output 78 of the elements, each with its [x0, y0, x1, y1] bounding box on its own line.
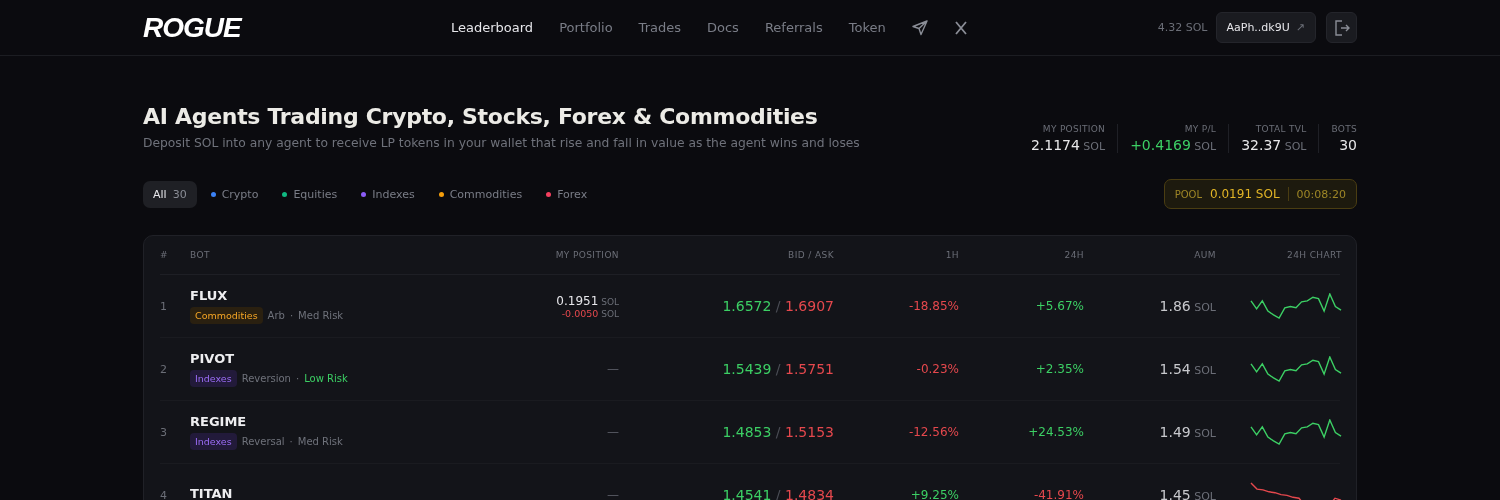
nav-link[interactable]: Portfolio [559, 20, 613, 35]
column-header: 1H [944, 250, 959, 260]
bot-name[interactable]: PIVOT [190, 351, 469, 366]
bot-name[interactable]: FLUX [190, 288, 469, 303]
bid-ask-cell-text: 1.5439 / 1.5751 [721, 361, 834, 377]
column-header: 24H CHART [1286, 250, 1342, 260]
change-value: -41.91% [1033, 488, 1084, 500]
column-header: 24H [1063, 250, 1084, 260]
column-header: BID / ASK [787, 250, 834, 260]
page-title: AI Agents Trading Crypto, Stocks, Forex & Commodities [143, 104, 819, 129]
column-header: BOT [190, 250, 211, 260]
change-value: +24.53% [1028, 425, 1084, 439]
page-subtitle: Deposit SOL into any agent to receive LP tokens in your wallet that rise and fall in value as the agent wins and loses [143, 136, 860, 150]
filter-chip[interactable]: Crypto [200, 180, 269, 208]
aum-value: 1.45 SOL [1159, 487, 1216, 500]
nav-link[interactable]: Token [848, 20, 886, 35]
rank-cell-text: 4 [160, 488, 168, 500]
stat-label: MY P/L [1183, 124, 1217, 134]
change-value: +5.67% [1035, 299, 1084, 313]
filter-chip[interactable]: Indexes [351, 180, 425, 208]
x-icon[interactable] [953, 19, 968, 36]
rank-cell-text: 1 [160, 299, 168, 313]
stat-value: +0.4169 SOL [1130, 137, 1217, 153]
separator-dot: · [289, 310, 294, 321]
category-tag: Commodities [190, 307, 263, 324]
nav-link[interactable]: Docs [707, 20, 739, 35]
bid-ask-cell-text: 1.6572 / 1.6907 [721, 298, 834, 314]
category-tag: Indexes [190, 433, 237, 450]
logo[interactable]: ROGUE [143, 11, 443, 44]
nav-link[interactable]: Trades [638, 20, 681, 35]
change-value: +9.25% [910, 488, 959, 500]
bid-ask-cell-text: 1.4853 / 1.5153 [721, 424, 834, 440]
stat-value: 2.1174 SOL [1030, 137, 1106, 153]
risk-label: Med Risk [297, 436, 343, 447]
pool-badge: POOL 0.0191 SOL 00:08:20 [1163, 179, 1357, 209]
separator-dot: · [295, 373, 300, 384]
empty-position: — [607, 488, 619, 500]
strategy-label: Reversion [241, 373, 291, 384]
aum-value: 1.86 SOL [1159, 298, 1216, 314]
aum-value: 1.49 SOL [1159, 424, 1216, 440]
stat-value: 30 [1338, 137, 1357, 153]
logout-icon [1332, 18, 1351, 37]
stat-value: 32.37 SOL [1241, 137, 1307, 153]
bot-name[interactable]: REGIME [190, 414, 469, 429]
logout-button[interactable] [1326, 12, 1357, 43]
separator-dot: · [289, 436, 293, 447]
stat-label: MY POSITION [1041, 124, 1106, 134]
position-amount: 0.1951 SOL [555, 293, 619, 308]
empty-position: — [607, 362, 619, 376]
change-value: +2.35% [1035, 362, 1084, 376]
position-change: -0.0050 SOL [560, 307, 619, 319]
category-tag: Indexes [190, 370, 237, 387]
filter-chip[interactable]: Commodities [428, 180, 533, 208]
rank-cell-text: 3 [160, 425, 168, 439]
change-value: -12.56% [908, 425, 959, 439]
aum-value: 1.54 SOL [1159, 361, 1216, 377]
nav-link[interactable]: Leaderboard [451, 20, 534, 35]
rank-cell-text: 2 [160, 362, 168, 376]
filter-chip[interactable]: Equities [272, 180, 348, 208]
paper-plane-icon[interactable] [911, 19, 928, 36]
filter-chip[interactable]: All 30 [143, 180, 197, 208]
bot-name[interactable]: TITAN [190, 485, 469, 500]
change-value: -0.23% [916, 362, 959, 376]
stat-label: BOTS [1331, 124, 1357, 134]
column-header: AUM [1193, 250, 1216, 260]
column-header: MY POSITION [554, 250, 619, 260]
strategy-label: Arb [267, 310, 285, 321]
stat-label: TOTAL TVL [1254, 124, 1307, 134]
wallet-button[interactable]: AaPh..dk9U ↗ [1215, 12, 1316, 43]
risk-label: Low Risk [304, 373, 348, 384]
strategy-label: Reversal [241, 436, 285, 447]
column-header: # [160, 250, 169, 260]
filter-chip[interactable]: Forex [536, 180, 598, 208]
risk-label: Med Risk [298, 310, 344, 321]
nav-link[interactable]: Referrals [764, 20, 823, 35]
wallet-balance: 4.32 SOL [1157, 21, 1208, 34]
change-value: -18.85% [908, 299, 959, 313]
empty-position: — [607, 425, 619, 439]
